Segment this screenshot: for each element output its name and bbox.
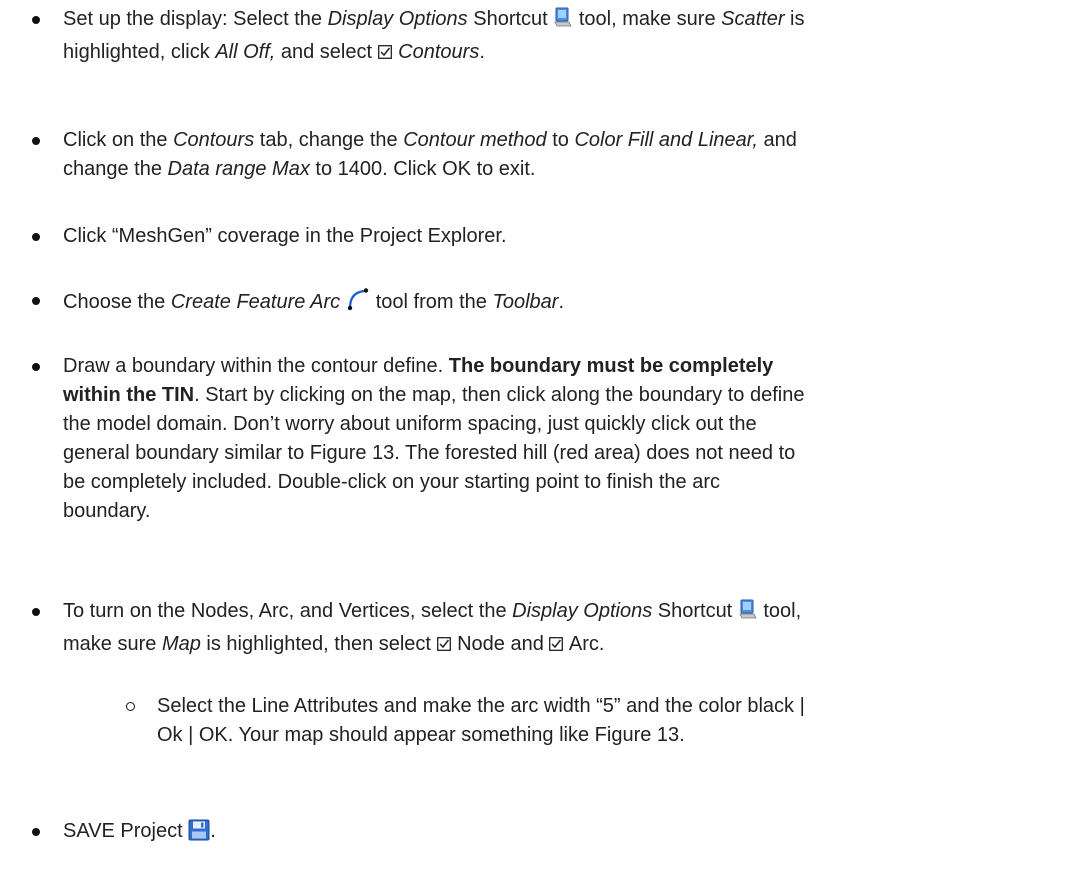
instruction-text: make sure [63, 633, 162, 655]
instruction-text: boundary. [63, 500, 151, 522]
instruction-text: is highlighted, then select [200, 633, 437, 655]
instruction-text: SAVE Project [63, 820, 189, 842]
instruction-text: Click “MeshGen” coverage in the Project … [63, 225, 507, 247]
instruction-emphasis: Display Options [512, 600, 653, 622]
bullet-dot [32, 137, 40, 145]
checkbox-checked-icon [436, 631, 451, 660]
bullet-dot [32, 16, 40, 24]
instruction-text: Select the Line Attributes and make the … [157, 695, 805, 717]
instruction-text: tool, make sure [573, 8, 722, 30]
checkbox-checked-icon [549, 631, 564, 660]
instruction-text: Node and [451, 633, 550, 655]
instruction-emphasis: Display Options [327, 8, 468, 30]
bullet-dot [32, 233, 40, 241]
instruction-text: general boundary similar to Figure 13. T… [63, 442, 796, 464]
display-options-icon [553, 7, 573, 38]
instruction-emphasis: Map [161, 633, 201, 655]
instruction-emphasis: Create Feature Arc [170, 291, 341, 313]
instruction-text: tab, change the [254, 129, 404, 151]
instruction-text: is [784, 8, 805, 30]
instruction-text: . Start by clicking on the map, then cli… [194, 384, 805, 406]
instruction-text: . [210, 820, 216, 842]
instruction-text: Shortcut [652, 600, 738, 622]
save-icon [188, 819, 210, 850]
instruction-text: To turn on the Nodes, Arc, and Vertices,… [63, 600, 513, 622]
instruction-text: Ok | OK. Your map should appear somethin… [157, 724, 685, 746]
instruction-text: be completely included. Double-click on … [63, 471, 721, 493]
instruction-text: to [546, 129, 575, 151]
instruction-text: highlighted, click [63, 41, 216, 63]
instruction-emphasis: Color Fill and Linear, [574, 129, 758, 151]
instruction-emphasis: Data range Max [167, 158, 310, 180]
instruction-text: Choose the [63, 291, 171, 313]
instruction-text: to 1400. Click OK to exit. [309, 158, 536, 180]
instruction-text: change the [63, 158, 168, 180]
instruction-text: tool, [757, 600, 802, 622]
bullet-dot [32, 297, 40, 305]
sub-bullet-circle [126, 702, 135, 711]
instruction-text: Arc. [564, 633, 605, 655]
instruction-emphasis: Scatter [721, 8, 785, 30]
create-feature-arc-icon [346, 286, 370, 321]
checkbox-checked-icon [377, 39, 392, 68]
instruction-text: tool from the [370, 291, 493, 313]
instruction-emphasis: Contours [392, 41, 480, 63]
instruction-text: and [757, 129, 797, 151]
instruction-text: Click on the [63, 129, 174, 151]
instruction-bold: within the TIN [63, 384, 195, 406]
instruction-text: Shortcut [467, 8, 554, 30]
instruction-emphasis: All Off, [215, 41, 276, 63]
instruction-text: Draw a boundary within the contour defin… [63, 355, 449, 377]
instruction-text: the model domain. Don’t worry about unif… [63, 413, 757, 435]
instruction-emphasis: Contour method [403, 129, 547, 151]
bullet-dot [32, 363, 40, 371]
instruction-emphasis: Toolbar [492, 291, 559, 313]
instruction-bold: The boundary must be completely [448, 355, 774, 377]
instruction-text: and select [275, 41, 378, 63]
instruction-text: Set up the display: Select the [63, 8, 328, 30]
bullet-dot [32, 608, 40, 616]
bullet-dot [32, 828, 40, 836]
instruction-text: . [479, 41, 485, 63]
display-options-icon [738, 599, 758, 630]
instruction-text: . [558, 291, 565, 313]
instruction-emphasis: Contours [173, 129, 255, 151]
